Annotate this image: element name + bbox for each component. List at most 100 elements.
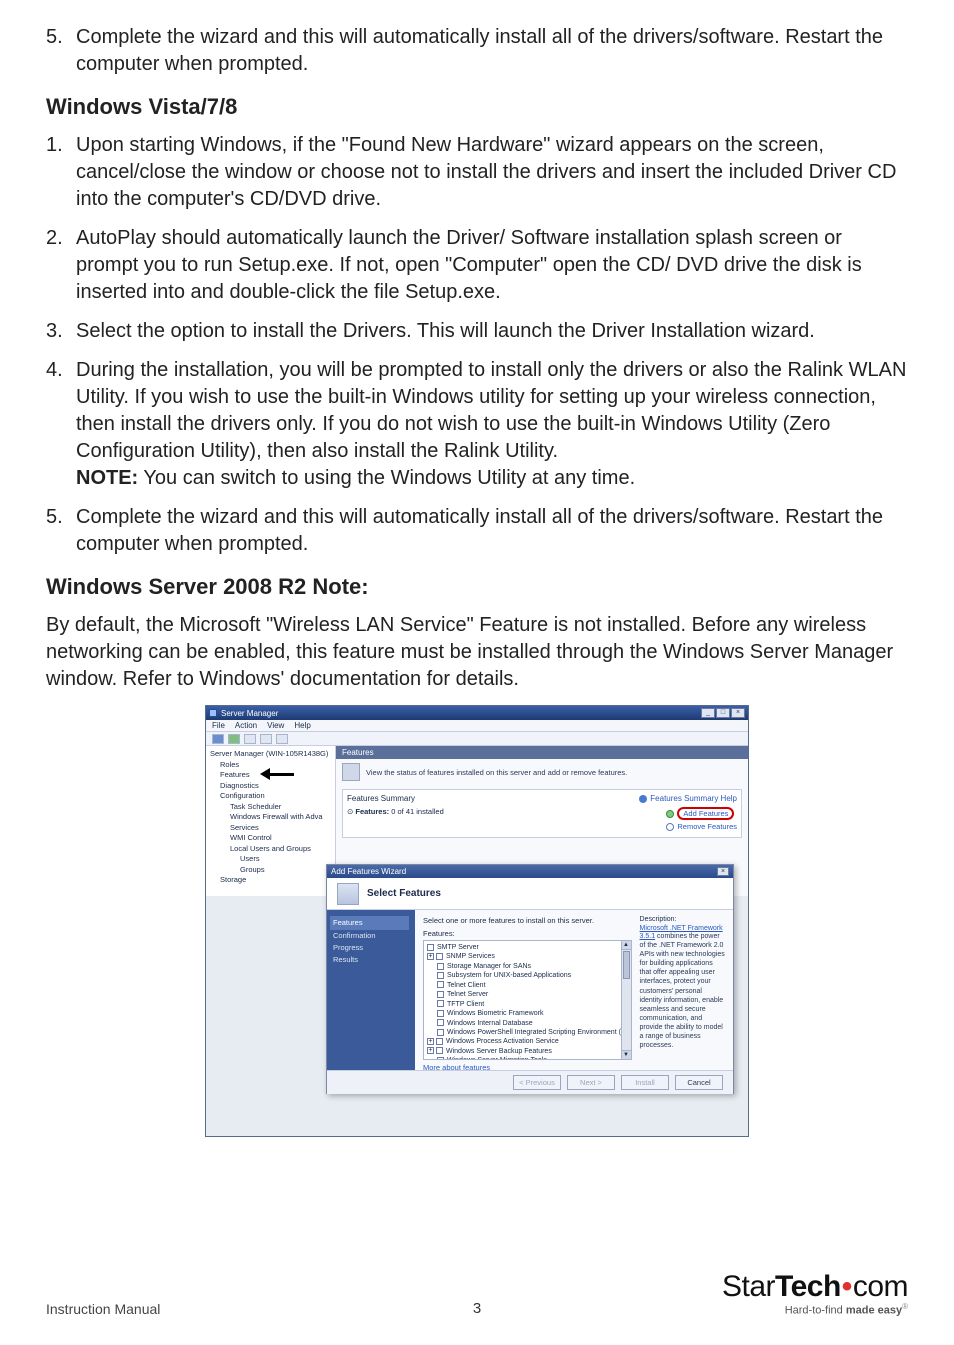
summary-status-value: 0 of 41 installed	[389, 807, 444, 816]
maximize-button[interactable]: □	[716, 708, 730, 718]
toolbar-button[interactable]	[244, 734, 256, 744]
summary-status-label: Features:	[355, 807, 389, 816]
list-item[interactable]: Windows Biometric Framework	[427, 1009, 628, 1018]
list-item[interactable]: Storage Manager for SANs	[427, 962, 628, 971]
step-3: 3. Select the option to install the Driv…	[46, 318, 908, 345]
list-item[interactable]: SMTP Server	[427, 943, 628, 952]
summary-row: ⊙ Features: 0 of 41 installed Add Featur…	[347, 807, 737, 833]
note-text: You can switch to using the Windows Util…	[138, 467, 635, 489]
toolbar-button[interactable]	[260, 734, 272, 744]
close-button[interactable]: ×	[731, 708, 745, 718]
tree-firewall[interactable]: Windows Firewall with Adva	[210, 812, 331, 823]
scrollbar[interactable]: ▲ ▼	[621, 941, 631, 1059]
remove-features-link[interactable]: Remove Features	[666, 822, 737, 831]
window-buttons: _ □ ×	[701, 708, 745, 718]
checkbox-icon[interactable]	[437, 1000, 444, 1007]
checkbox-icon[interactable]	[437, 991, 444, 998]
list-item[interactable]: Windows Server Migration Tools	[427, 1056, 628, 1060]
vista-steps: 1. Upon starting Windows, if the "Found …	[46, 132, 908, 558]
list-item[interactable]: Telnet Client	[427, 981, 628, 990]
list-item[interactable]: Windows PowerShell Integrated Scripting …	[427, 1028, 628, 1037]
checkbox-icon[interactable]	[427, 944, 434, 951]
tree-local-users[interactable]: Local Users and Groups	[210, 844, 331, 855]
step-number: 4.	[46, 357, 76, 492]
menu-help[interactable]: Help	[294, 721, 310, 730]
panel-title: Features	[336, 746, 748, 759]
install-button[interactable]: Install	[621, 1075, 669, 1090]
wizard-nav-confirmation[interactable]: Confirmation	[333, 930, 409, 942]
checkbox-icon[interactable]	[437, 963, 444, 970]
panel-icon	[342, 763, 360, 781]
tree-services[interactable]: Services	[210, 823, 331, 834]
features-list[interactable]: SMTP Server +SNMP Services Storage Manag…	[423, 940, 632, 1060]
tree-groups[interactable]: Groups	[210, 865, 331, 876]
checkbox-icon[interactable]	[437, 1057, 444, 1060]
wizard-nav-progress[interactable]: Progress	[333, 942, 409, 954]
more-about-features-link[interactable]: More about features	[423, 1063, 490, 1072]
checkbox-icon[interactable]	[437, 1019, 444, 1026]
tree-wmi[interactable]: WMI Control	[210, 833, 331, 844]
help-icon	[639, 795, 647, 803]
brand-dot-icon: •	[842, 1270, 852, 1303]
tree-diagnostics[interactable]: Diagnostics	[210, 781, 331, 792]
checkbox-icon[interactable]	[437, 981, 444, 988]
summary-title: Features Summary	[347, 794, 415, 803]
scroll-thumb[interactable]	[623, 951, 630, 979]
step-body: Upon starting Windows, if the "Found New…	[76, 132, 908, 213]
toolbar-button[interactable]	[276, 734, 288, 744]
previous-button[interactable]: < Previous	[513, 1075, 561, 1090]
checkbox-icon[interactable]	[436, 1038, 443, 1045]
expand-icon[interactable]: +	[427, 1047, 434, 1054]
wizard-header-icon	[337, 883, 359, 905]
heading-server: Windows Server 2008 R2 Note:	[46, 574, 908, 600]
summary-help-link[interactable]: Features Summary Help	[639, 794, 737, 803]
expand-icon[interactable]: +	[427, 1038, 434, 1045]
checkbox-icon[interactable]	[437, 972, 444, 979]
add-features-link[interactable]: Add Features	[666, 807, 737, 820]
brand-text: StarTech•com	[722, 1270, 908, 1304]
wizard-description: Description: Microsoft .NET Framework 3.…	[640, 916, 725, 1064]
add-features-wizard: Add Features Wizard × Select Features Fe…	[326, 864, 734, 1094]
toolbar	[206, 732, 748, 746]
menubar: File Action View Help	[206, 720, 748, 732]
brand-bold: Tech	[775, 1270, 841, 1303]
summary-help-text: Features Summary Help	[650, 794, 737, 803]
wizard-nav-features[interactable]: Features	[330, 916, 409, 930]
checkbox-icon[interactable]	[437, 1010, 444, 1017]
list-item[interactable]: +Windows Process Activation Service	[427, 1037, 628, 1046]
menu-view[interactable]: View	[267, 721, 284, 730]
menu-file[interactable]: File	[212, 721, 225, 730]
checkbox-icon[interactable]	[436, 1047, 443, 1054]
checkbox-icon[interactable]	[436, 953, 443, 960]
wizard-title-text: Add Features Wizard	[331, 867, 406, 876]
cancel-button[interactable]: Cancel	[675, 1075, 723, 1090]
tree-users[interactable]: Users	[210, 854, 331, 865]
expand-icon[interactable]: +	[427, 953, 434, 960]
checkbox-icon[interactable]	[437, 1029, 444, 1036]
wizard-close-button[interactable]: ×	[717, 867, 729, 876]
scroll-down-icon[interactable]: ▼	[622, 1050, 631, 1059]
tree-storage[interactable]: Storage	[210, 875, 331, 886]
next-button[interactable]: Next >	[567, 1075, 615, 1090]
list-item[interactable]: +Windows Server Backup Features	[427, 1047, 628, 1056]
menu-action[interactable]: Action	[235, 721, 257, 730]
list-item[interactable]: Subsystem for UNIX-based Applications	[427, 971, 628, 980]
brand-pre: Star	[722, 1270, 775, 1303]
features-list-label: Features:	[423, 929, 632, 938]
wizard-header-title: Select Features	[367, 888, 441, 899]
tree-root[interactable]: Server Manager (WIN-105R1438G)	[210, 749, 331, 760]
minimize-button[interactable]: _	[701, 708, 715, 718]
section-head: Features Summary Features Summary Help	[347, 794, 737, 803]
tree-configuration[interactable]: Configuration	[210, 791, 331, 802]
list-item[interactable]: Windows Internal Database	[427, 1019, 628, 1028]
tree-task-scheduler[interactable]: Task Scheduler	[210, 802, 331, 813]
list-item[interactable]: Telnet Server	[427, 990, 628, 999]
wizard-nav-results[interactable]: Results	[333, 954, 409, 966]
description-label: Description:	[640, 916, 725, 923]
list-item[interactable]: +SNMP Services	[427, 952, 628, 961]
scroll-up-icon[interactable]: ▲	[622, 941, 631, 950]
forward-button[interactable]	[228, 734, 240, 744]
step-body: Complete the wizard and this will automa…	[76, 24, 908, 78]
list-item[interactable]: TFTP Client	[427, 1000, 628, 1009]
back-button[interactable]	[212, 734, 224, 744]
